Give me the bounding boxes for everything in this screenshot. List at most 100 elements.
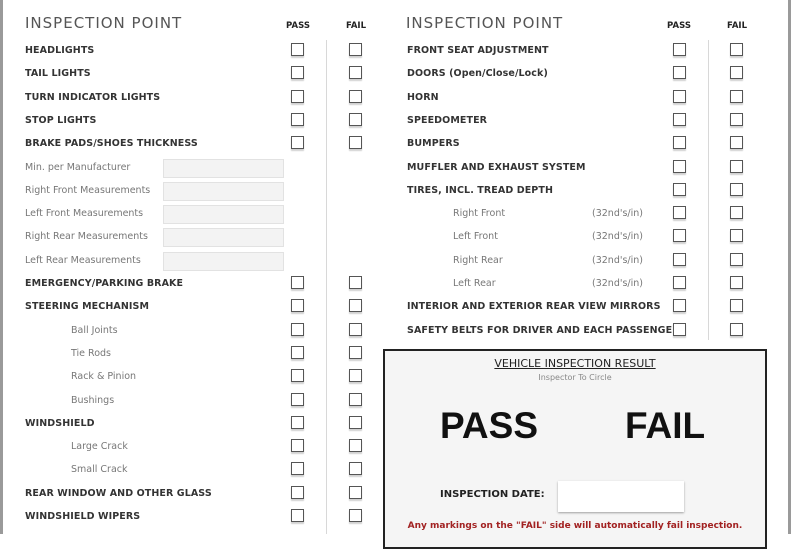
fail-checkbox[interactable] (730, 160, 743, 173)
inspection-label: Rack & Pinion (71, 371, 137, 382)
inspection-label: SPEEDOMETER (407, 115, 488, 126)
pass-checkbox[interactable] (673, 43, 686, 56)
fail-checkbox[interactable] (730, 299, 743, 312)
inspection-date-label: INSPECTION DATE: (440, 489, 545, 500)
inspection-label: Large Crack (71, 441, 128, 452)
inspection-row: TIRES, INCL. TREAD DEPTH (0, 182, 791, 202)
pass-checkbox[interactable] (673, 183, 686, 196)
inspection-row: INTERIOR AND EXTERIOR REAR VIEW MIRRORS (0, 298, 791, 318)
vehicle-inspection-result-box: VEHICLE INSPECTION RESULT Inspector To C… (383, 349, 767, 549)
pass-checkbox[interactable] (673, 253, 686, 266)
inspection-label: TIRES, INCL. TREAD DEPTH (407, 185, 554, 196)
pass-checkbox[interactable] (291, 462, 304, 475)
fail-checkbox[interactable] (730, 206, 743, 219)
inspection-row: Small Crack (0, 461, 380, 481)
inspection-row: BUMPERS (0, 135, 791, 155)
inspection-date-input[interactable] (558, 481, 684, 512)
inspection-label: SAFETY BELTS FOR DRIVER AND EACH PASSENG… (407, 325, 680, 336)
fail-checkbox[interactable] (730, 253, 743, 266)
fail-checkbox[interactable] (730, 90, 743, 103)
inspection-row: SPEEDOMETER (0, 112, 791, 132)
right-column-header: INSPECTION POINT (406, 14, 564, 32)
fail-checkbox[interactable] (349, 393, 362, 406)
inspection-row: WINDSHIELD (0, 415, 380, 435)
result-fail-option[interactable]: FAIL (625, 405, 705, 447)
left-fail-header: FAIL (346, 21, 366, 31)
pass-checkbox[interactable] (673, 276, 686, 289)
inspection-label: Small Crack (71, 464, 128, 475)
inspection-row: FRONT SEAT ADJUSTMENT (0, 42, 791, 62)
fail-checkbox[interactable] (349, 346, 362, 359)
inspection-row: Tie Rods (0, 345, 380, 365)
fail-checkbox[interactable] (730, 66, 743, 79)
pass-checkbox[interactable] (673, 90, 686, 103)
pass-checkbox[interactable] (291, 416, 304, 429)
pass-checkbox[interactable] (673, 136, 686, 149)
inspection-label: Tie Rods (71, 348, 111, 359)
inspection-label: Right Front (453, 208, 506, 219)
fail-checkbox[interactable] (349, 439, 362, 452)
pass-checkbox[interactable] (291, 486, 304, 499)
inspection-label: MUFFLER AND EXHAUST SYSTEM (407, 162, 586, 173)
pass-checkbox[interactable] (673, 299, 686, 312)
inspection-label: DOORS (Open/Close/Lock) (407, 68, 548, 79)
inspection-label: REAR WINDOW AND OTHER GLASS (25, 488, 212, 499)
pass-checkbox[interactable] (291, 509, 304, 522)
pass-checkbox[interactable] (291, 369, 304, 382)
inspection-label: BUMPERS (407, 138, 460, 149)
inspection-row: Right Front (32nd's/in) (0, 205, 791, 225)
tread-depth-unit: (32nd's/in) (592, 208, 643, 219)
left-pass-header: PASS (286, 21, 310, 31)
result-pass-option[interactable]: PASS (440, 405, 538, 447)
inspection-row: Left Front (32nd's/in) (0, 228, 791, 248)
fail-warning-text: Any markings on the "FAIL" side will aut… (407, 521, 743, 531)
inspection-row: MUFFLER AND EXHAUST SYSTEM (0, 159, 791, 179)
pass-checkbox[interactable] (673, 323, 686, 336)
right-pass-header: PASS (667, 21, 691, 31)
fail-checkbox[interactable] (349, 486, 362, 499)
pass-checkbox[interactable] (291, 393, 304, 406)
inspection-row: HORN (0, 89, 791, 109)
inspection-row: SAFETY BELTS FOR DRIVER AND EACH PASSENG… (0, 322, 791, 342)
tread-depth-unit: (32nd's/in) (592, 255, 643, 266)
fail-checkbox[interactable] (730, 229, 743, 242)
inspection-row: WINDSHIELD WIPERS (0, 508, 380, 528)
inspection-label: WINDSHIELD (25, 418, 95, 429)
pass-checkbox[interactable] (291, 346, 304, 359)
inspection-label: FRONT SEAT ADJUSTMENT (407, 45, 549, 56)
tread-depth-unit: (32nd's/in) (592, 278, 643, 289)
fail-checkbox[interactable] (349, 462, 362, 475)
fail-checkbox[interactable] (730, 136, 743, 149)
pass-checkbox[interactable] (291, 439, 304, 452)
fail-checkbox[interactable] (730, 323, 743, 336)
inspection-label: Left Front (453, 231, 498, 242)
inspection-row: DOORS (Open/Close/Lock) (0, 65, 791, 85)
fail-checkbox[interactable] (349, 509, 362, 522)
fail-checkbox[interactable] (349, 369, 362, 382)
inspection-row: Bushings (0, 392, 380, 412)
fail-checkbox[interactable] (730, 113, 743, 126)
result-subtitle: Inspector To Circle (538, 373, 612, 382)
left-column-header: INSPECTION POINT (25, 14, 183, 32)
pass-checkbox[interactable] (673, 229, 686, 242)
tread-depth-unit: (32nd's/in) (592, 231, 643, 242)
fail-checkbox[interactable] (730, 276, 743, 289)
inspection-row: REAR WINDOW AND OTHER GLASS (0, 485, 380, 505)
inspection-row: Rack & Pinion (0, 368, 380, 388)
inspection-row: Large Crack (0, 438, 380, 458)
inspection-label: Bushings (71, 395, 115, 406)
inspection-label: Right Rear (453, 255, 503, 266)
right-fail-header: FAIL (727, 21, 747, 31)
pass-checkbox[interactable] (673, 160, 686, 173)
inspection-label: HORN (407, 92, 439, 103)
fail-checkbox[interactable] (349, 416, 362, 429)
fail-checkbox[interactable] (730, 183, 743, 196)
fail-checkbox[interactable] (730, 43, 743, 56)
pass-checkbox[interactable] (673, 206, 686, 219)
inspection-label: INTERIOR AND EXTERIOR REAR VIEW MIRRORS (407, 301, 661, 312)
inspection-row: Left Rear (32nd's/in) (0, 275, 791, 295)
pass-checkbox[interactable] (673, 66, 686, 79)
pass-checkbox[interactable] (673, 113, 686, 126)
inspection-label: Left Rear (453, 278, 496, 289)
result-title: VEHICLE INSPECTION RESULT (494, 357, 656, 370)
